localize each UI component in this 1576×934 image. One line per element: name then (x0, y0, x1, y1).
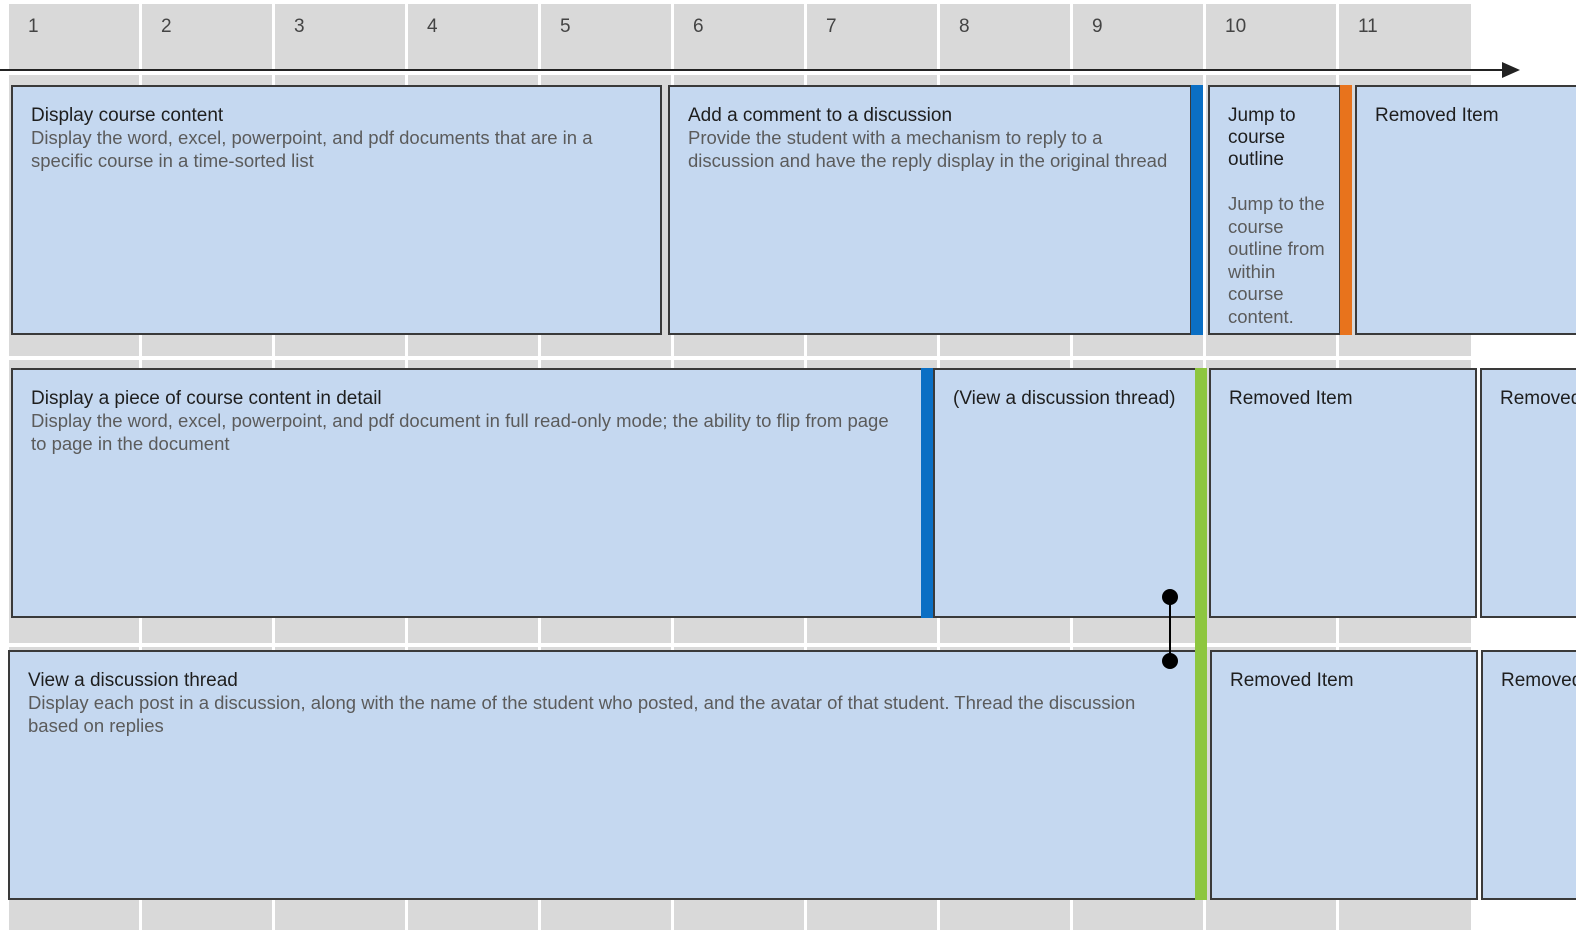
column-number: 1 (28, 16, 39, 37)
connector-dot-icon[interactable] (1162, 653, 1178, 669)
story-card[interactable]: Add a comment to a discussion Provide th… (668, 85, 1192, 335)
card-description: Display each post in a discussion, along… (28, 692, 1136, 736)
blue-marker-bar (921, 368, 933, 618)
card-title: Removed Item (1375, 105, 1499, 126)
column-number: 3 (294, 16, 305, 37)
story-card[interactable]: Display course content Display the word,… (11, 85, 662, 335)
card-title: Add a comment to a discussion (688, 105, 953, 126)
column-number: 4 (427, 16, 438, 37)
column-number: 10 (1225, 16, 1247, 37)
card-title: Removed Item (1230, 670, 1354, 691)
row-separator (0, 643, 1576, 647)
blue-marker-bar (1191, 85, 1203, 335)
connector-dot-icon[interactable] (1162, 589, 1178, 605)
column-number: 8 (959, 16, 970, 37)
story-card[interactable]: Removed Item (1355, 85, 1576, 335)
card-title: Removed Item (1500, 388, 1576, 409)
column-number: 2 (161, 16, 172, 37)
card-description: Display the word, excel, powerpoint, and… (31, 127, 593, 171)
green-marker-bar (1195, 368, 1207, 900)
arrow-head-icon (1502, 62, 1520, 78)
card-description: Provide the student with a mechanism to … (688, 127, 1168, 171)
card-title: Removed Item (1229, 388, 1353, 409)
story-card[interactable]: Removed Item (1480, 368, 1576, 618)
story-card[interactable]: (View a discussion thread) (933, 368, 1197, 618)
row-separator (0, 356, 1576, 360)
card-title: Display course content (31, 105, 224, 126)
column-number: 9 (1092, 16, 1103, 37)
card-title: Display a piece of course content in det… (31, 388, 382, 409)
column-number: 11 (1358, 16, 1378, 37)
story-card[interactable]: Removed Item (1210, 650, 1478, 900)
timeline-axis (0, 69, 1508, 71)
dependency-connector-line (1169, 597, 1171, 661)
story-card[interactable]: Jump to course outline Jump to the cours… (1208, 85, 1341, 335)
column-number: 6 (693, 16, 704, 37)
column-number: 7 (826, 16, 837, 37)
story-card[interactable]: View a discussion thread Display each po… (8, 650, 1198, 900)
card-title: View a discussion thread (28, 670, 238, 691)
story-card[interactable]: Removed Item (1209, 368, 1477, 618)
story-card[interactable]: Display a piece of course content in det… (11, 368, 923, 618)
card-title: Jump to course outline (1228, 105, 1296, 170)
column-number: 5 (560, 16, 571, 37)
orange-marker-bar (1340, 85, 1352, 335)
card-description: Display the word, excel, powerpoint, and… (31, 410, 889, 454)
card-title: (View a discussion thread) (953, 388, 1176, 409)
card-description: Jump to the course outline from within c… (1228, 193, 1325, 327)
card-title: Removed Item (1501, 670, 1576, 691)
story-card[interactable]: Removed Item (1481, 650, 1576, 900)
